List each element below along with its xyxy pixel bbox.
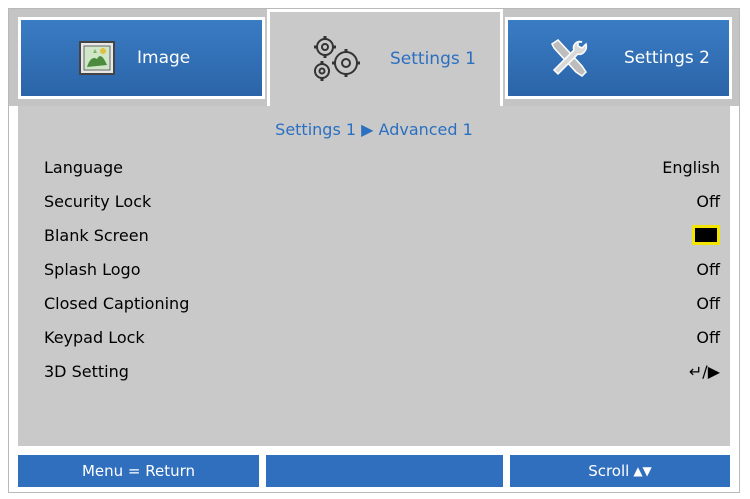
tools-icon (546, 36, 590, 80)
scroll-arrows-icon: ▲▼ (633, 464, 652, 478)
setting-value[interactable]: English (662, 158, 720, 177)
setting-label: Blank Screen (44, 225, 149, 245)
settings-panel: Settings 1 ▶ Advanced 1 Language English… (18, 106, 730, 446)
tab-settings-2[interactable]: Settings 2 (505, 17, 732, 99)
setting-value[interactable]: Off (696, 260, 720, 279)
setting-row-keypad-lock[interactable]: Keypad Lock Off (44, 320, 720, 354)
footer-left-label: Menu = Return (81, 462, 196, 480)
setting-row-security-lock[interactable]: Security Lock Off (44, 184, 720, 218)
setting-label: Closed Captioning (44, 293, 190, 313)
image-icon (77, 38, 117, 78)
setting-row-blank-screen[interactable]: Blank Screen (44, 218, 720, 252)
setting-label: Keypad Lock (44, 327, 145, 347)
footer-right-label: Scroll (588, 462, 630, 480)
footer-middle (266, 455, 503, 487)
footer-menu-return: Menu = Return (18, 455, 259, 487)
blank-screen-color-swatch[interactable] (692, 225, 720, 245)
setting-value[interactable]: Off (696, 328, 720, 347)
breadcrumb: Settings 1 ▶ Advanced 1 (275, 120, 473, 139)
tab-label: Settings 1 (390, 49, 476, 69)
setting-label: 3D Setting (44, 361, 129, 381)
setting-row-splash-logo[interactable]: Splash Logo Off (44, 252, 720, 286)
setting-row-language[interactable]: Language English (44, 150, 720, 184)
tab-image[interactable]: Image (18, 17, 265, 99)
setting-value[interactable]: Off (696, 294, 720, 313)
footer-scroll: Scroll ▲▼ (510, 455, 730, 487)
tab-settings-1[interactable]: Settings 1 (267, 9, 503, 106)
tab-label: Image (137, 48, 191, 68)
setting-label: Language (44, 157, 123, 177)
setting-label: Splash Logo (44, 259, 141, 279)
tab-label: Settings 2 (624, 48, 710, 68)
enter-submenu-icon[interactable]: ↵/▶ (689, 362, 720, 381)
setting-row-closed-captioning[interactable]: Closed Captioning Off (44, 286, 720, 320)
setting-label: Security Lock (44, 191, 152, 211)
gears-icon (308, 33, 364, 85)
osd-menu-window: Image Settings 1 Settings 2 Settings 1 ▶… (8, 8, 740, 493)
setting-row-3d-setting[interactable]: 3D Setting ↵/▶ (44, 354, 720, 388)
setting-value[interactable]: Off (696, 192, 720, 211)
